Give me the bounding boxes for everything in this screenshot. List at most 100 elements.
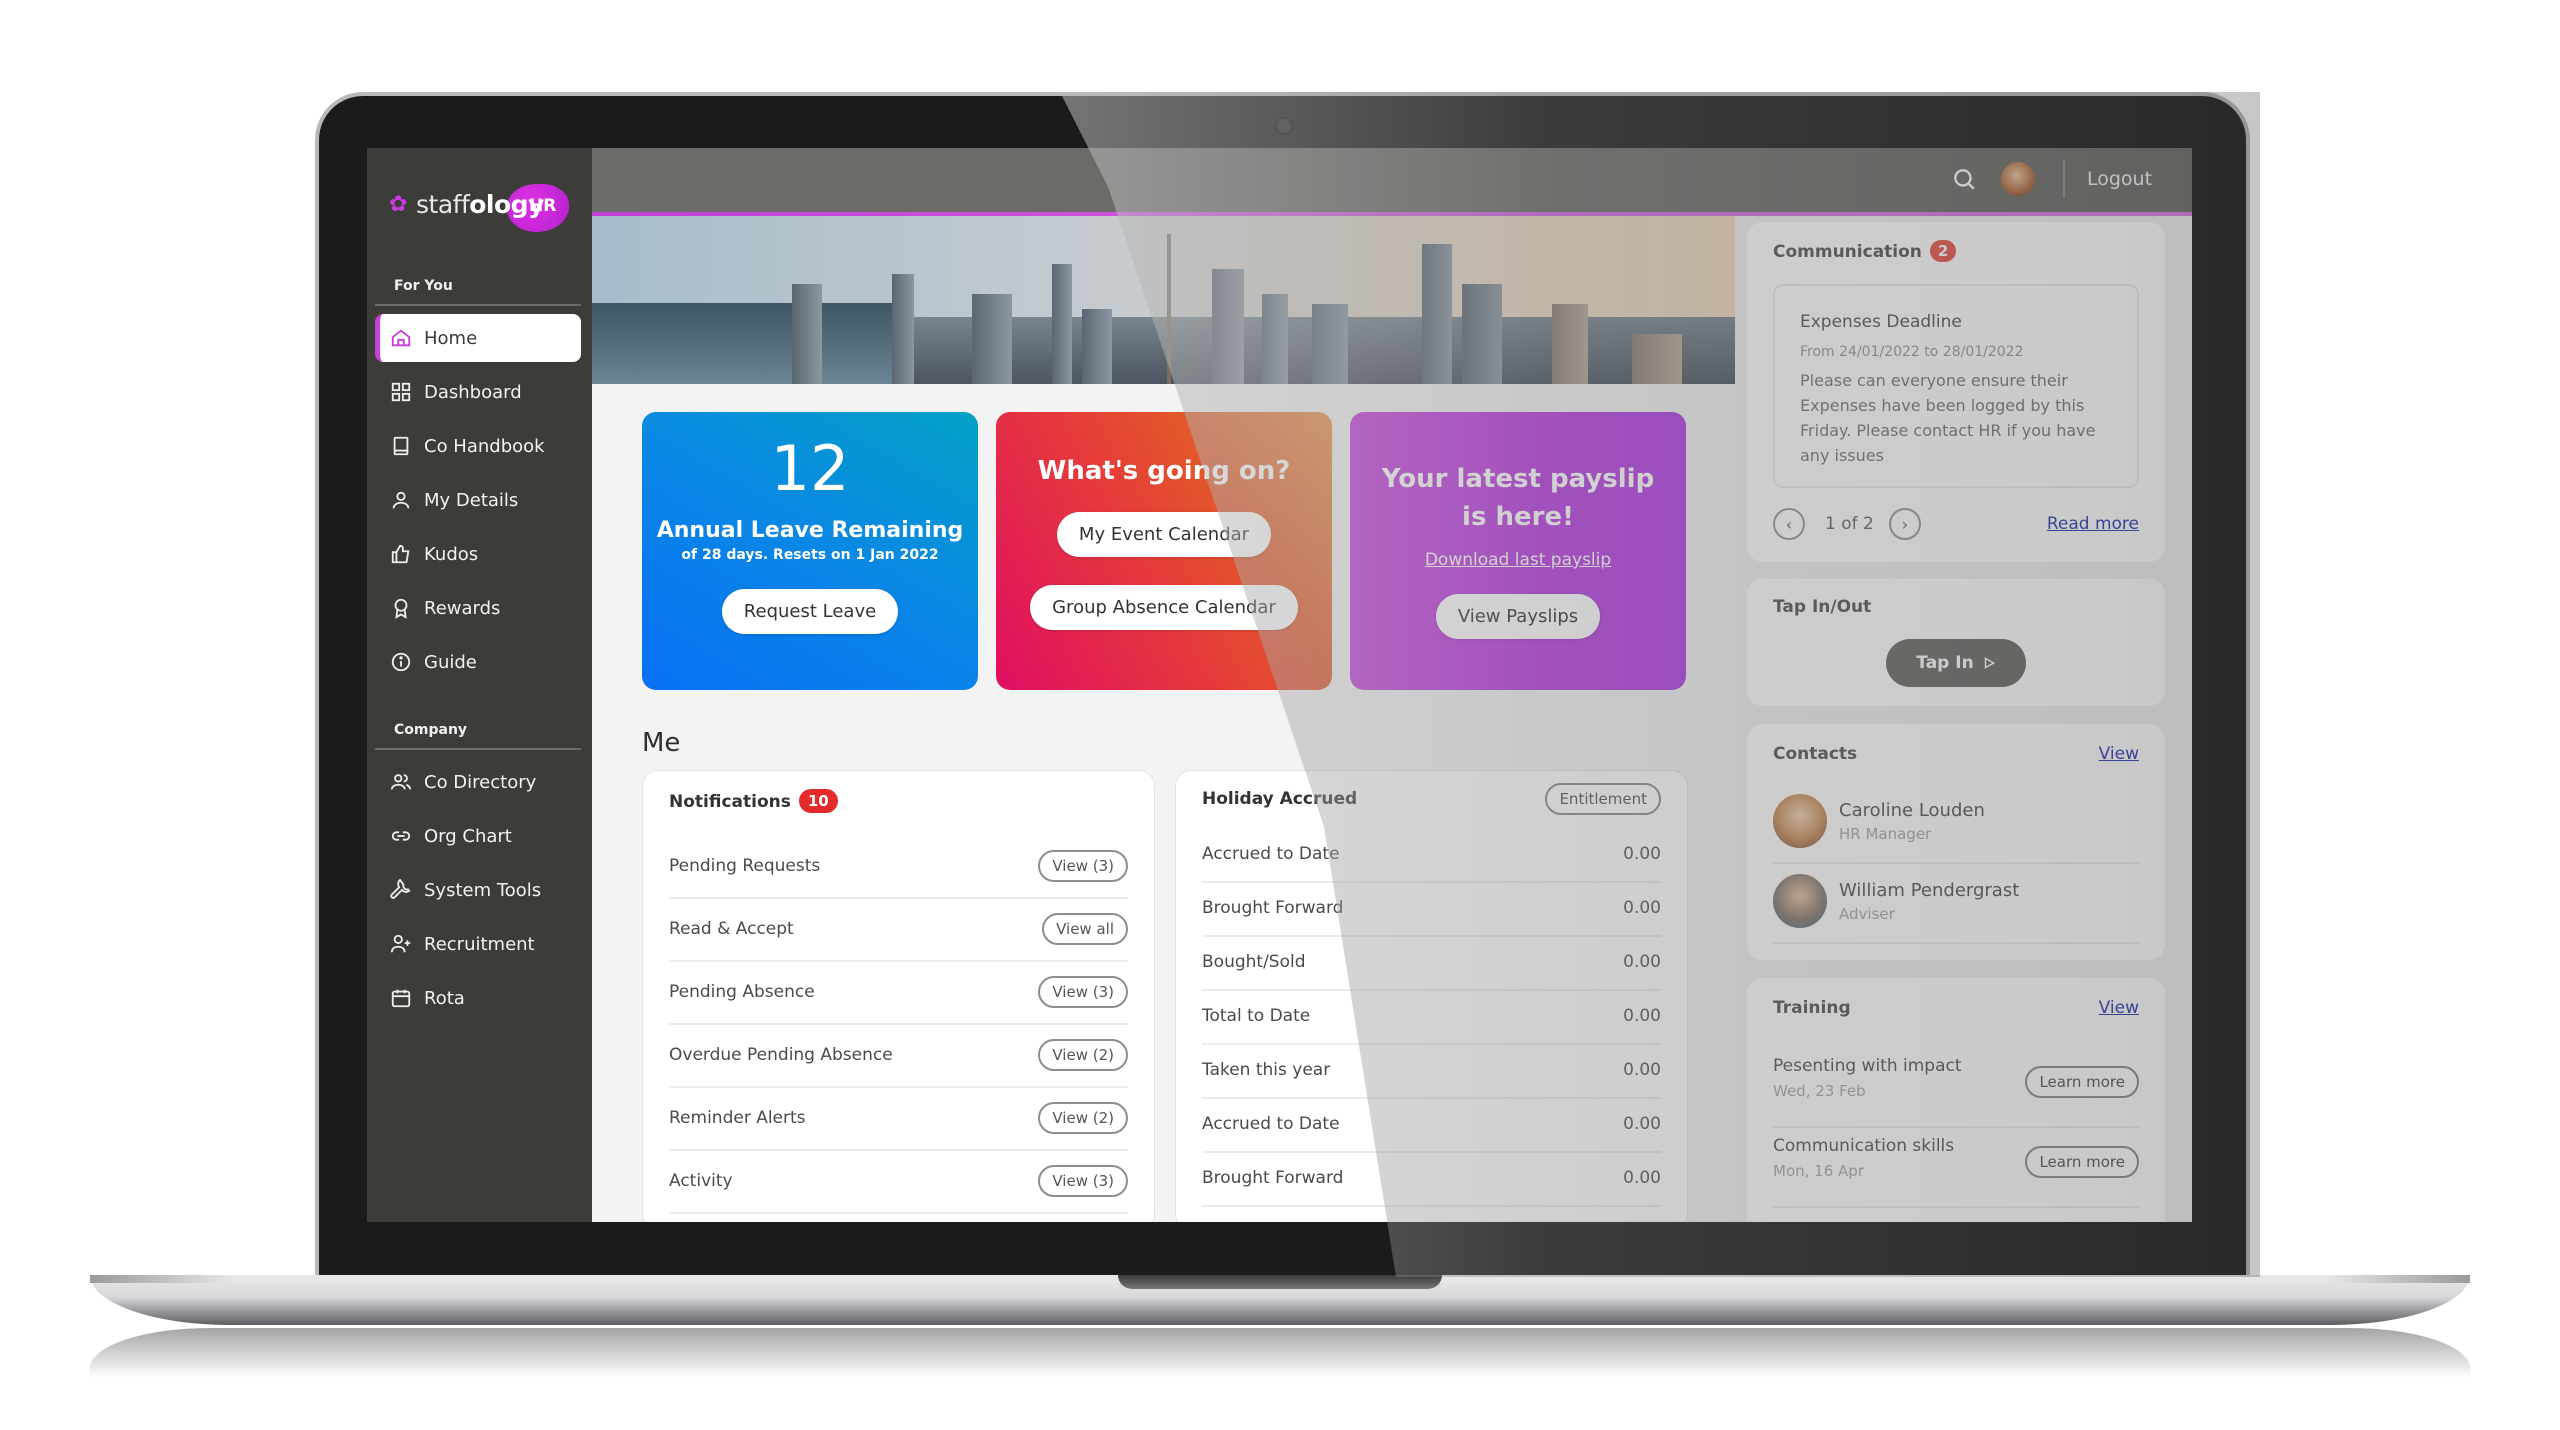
view-payslips-button[interactable]: View Payslips xyxy=(1435,594,1601,639)
training-date: Wed, 23 Feb xyxy=(1773,1082,1866,1100)
banner-building xyxy=(1262,294,1288,384)
previous-button[interactable]: ‹ xyxy=(1773,508,1805,540)
sidebar-item-rota[interactable]: Rota xyxy=(375,974,581,1022)
sidebar-item-co-directory[interactable]: Co Directory xyxy=(375,758,581,806)
training-title-text: Pesenting with impact xyxy=(1773,1056,1962,1076)
tap-in-out-panel: Tap In/Out Tap In xyxy=(1747,579,2165,706)
my-event-calendar-button[interactable]: My Event Calendar xyxy=(1056,512,1272,557)
user-avatar[interactable] xyxy=(2001,162,2035,196)
banner-building xyxy=(1082,309,1112,384)
communication-item-dates: From 24/01/2022 to 28/01/2022 xyxy=(1800,344,2024,360)
view-button[interactable]: View (3) xyxy=(1038,976,1128,1008)
holiday-row: Brought Forward 0.00 xyxy=(1202,1151,1661,1207)
sidebar-item-my-details[interactable]: My Details xyxy=(375,476,581,524)
sidebar: ✿ staffology HR For You Home Dashboard C… xyxy=(367,148,592,1222)
sidebar-item-system-tools[interactable]: System Tools xyxy=(375,866,581,914)
app-screen: Logout ✿ staffology HR For You Home Dash… xyxy=(367,148,2192,1222)
info-icon xyxy=(391,652,411,672)
view-button[interactable]: View (2) xyxy=(1038,1102,1128,1134)
holiday-row: Taken this year 0.00 xyxy=(1202,1043,1661,1099)
learn-more-button[interactable]: Learn more xyxy=(2025,1146,2139,1178)
holiday-row: Brought Forward 0.00 xyxy=(1202,881,1661,937)
entitlement-button[interactable]: Entitlement xyxy=(1545,783,1661,815)
training-title-text: Communication skills xyxy=(1773,1136,1955,1156)
laptop-reflection xyxy=(90,1328,2470,1378)
banner-building xyxy=(1212,269,1244,384)
events-card-title: What's going on? xyxy=(1037,456,1291,486)
group-absence-calendar-button[interactable]: Group Absence Calendar xyxy=(1030,585,1298,630)
contacts-view-link[interactable]: View xyxy=(2099,744,2139,764)
banner-building xyxy=(1422,244,1452,384)
row-label: Taken this year xyxy=(1202,1060,1331,1080)
contact-name: Caroline Louden xyxy=(1839,800,1985,821)
payslip-card-title: Your latest payslip is here! xyxy=(1350,460,1686,536)
row-label: Accrued to Date xyxy=(1202,844,1340,864)
view-button[interactable]: View (3) xyxy=(1038,1165,1128,1197)
learn-more-button[interactable]: Learn more xyxy=(2025,1066,2139,1098)
holiday-accrued-panel: Holiday Accrued Entitlement Accrued to D… xyxy=(1175,770,1688,1222)
request-leave-button[interactable]: Request Leave xyxy=(721,589,899,634)
row-label: Pending Requests xyxy=(669,856,821,876)
pager-text: 1 of 2 xyxy=(1825,514,1874,534)
user-icon xyxy=(392,491,410,509)
banner-building xyxy=(1552,304,1588,384)
sidebar-item-label: Dashboard xyxy=(424,381,522,403)
notification-row: Activity View (3) xyxy=(669,1150,1128,1214)
sidebar-item-label: System Tools xyxy=(424,879,542,901)
award-icon xyxy=(394,598,408,619)
sidebar-item-label: Rewards xyxy=(424,597,501,619)
communication-item[interactable]: Expenses Deadline From 24/01/2022 to 28/… xyxy=(1773,284,2139,488)
training-item: Pesenting with impact Wed, 23 Feb Learn … xyxy=(1773,1046,2139,1128)
logo-text: staffology xyxy=(416,190,544,219)
logo[interactable]: ✿ staffology HR xyxy=(389,184,589,232)
sidebar-item-rewards[interactable]: Rewards xyxy=(375,584,581,632)
banner-building xyxy=(792,284,822,384)
notification-row: Overdue Pending Absence View (2) xyxy=(669,1024,1128,1088)
contact-item[interactable]: William Pendergrast Adviser xyxy=(1773,862,2139,944)
row-label: Overdue Pending Absence xyxy=(669,1045,893,1065)
contact-role: Adviser xyxy=(1839,905,1895,923)
sidebar-item-recruitment[interactable]: Recruitment xyxy=(375,920,581,968)
holiday-accrued-title: Holiday Accrued xyxy=(1202,789,1358,809)
me-section-title: Me xyxy=(642,728,681,758)
training-view-link[interactable]: View xyxy=(2099,998,2139,1018)
camera-icon xyxy=(1275,117,1293,135)
read-more-link[interactable]: Read more xyxy=(2047,514,2139,534)
sidebar-item-label: My Details xyxy=(424,489,519,511)
wrench-icon xyxy=(390,879,411,899)
next-button[interactable]: › xyxy=(1889,508,1921,540)
view-button[interactable]: View all xyxy=(1042,913,1128,945)
sidebar-item-guide[interactable]: Guide xyxy=(375,638,581,686)
row-label: Reminder Alerts xyxy=(669,1108,806,1128)
holiday-row: Accrued to Date 0.00 xyxy=(1202,827,1661,883)
banner-sky xyxy=(592,216,1735,317)
download-last-payslip-link[interactable]: Download last payslip xyxy=(1350,550,1686,570)
sidebar-item-kudos[interactable]: Kudos xyxy=(375,530,581,578)
tap-in-button[interactable]: Tap In xyxy=(1886,639,2026,687)
laptop-notch xyxy=(1118,1275,1442,1289)
contact-item[interactable]: Caroline Louden HR Manager xyxy=(1773,782,2139,864)
training-panel: Training View Pesenting with impact Wed,… xyxy=(1747,978,2165,1222)
row-value: 0.00 xyxy=(1623,1006,1661,1026)
sidebar-item-home[interactable]: Home xyxy=(375,314,581,362)
search-icon[interactable] xyxy=(1951,166,1977,192)
sidebar-item-co-handbook[interactable]: Co Handbook xyxy=(375,422,581,470)
logout-button[interactable]: Logout xyxy=(2087,168,2152,190)
contact-avatar xyxy=(1773,874,1827,928)
sidebar-item-org-chart[interactable]: Org Chart xyxy=(375,812,581,860)
top-bar: Logout xyxy=(367,148,2192,216)
contact-role: HR Manager xyxy=(1839,825,1932,843)
sidebar-item-label: Org Chart xyxy=(424,825,512,847)
right-column: Communication 2 Expenses Deadline From 24… xyxy=(1735,216,2192,1222)
holiday-row: Bought/Sold 0.00 xyxy=(1202,935,1661,991)
leave-card-title: Annual Leave Remaining xyxy=(656,518,964,543)
row-value: 0.00 xyxy=(1623,1114,1661,1134)
users-icon xyxy=(390,774,412,790)
view-button[interactable]: View (3) xyxy=(1038,850,1128,882)
chevron-left-icon: ‹ xyxy=(1785,514,1793,534)
row-value: 0.00 xyxy=(1623,844,1661,864)
sidebar-item-dashboard[interactable]: Dashboard xyxy=(375,368,581,416)
home-icon xyxy=(391,329,411,347)
view-button[interactable]: View (2) xyxy=(1038,1039,1128,1071)
banner-building xyxy=(1052,264,1072,384)
